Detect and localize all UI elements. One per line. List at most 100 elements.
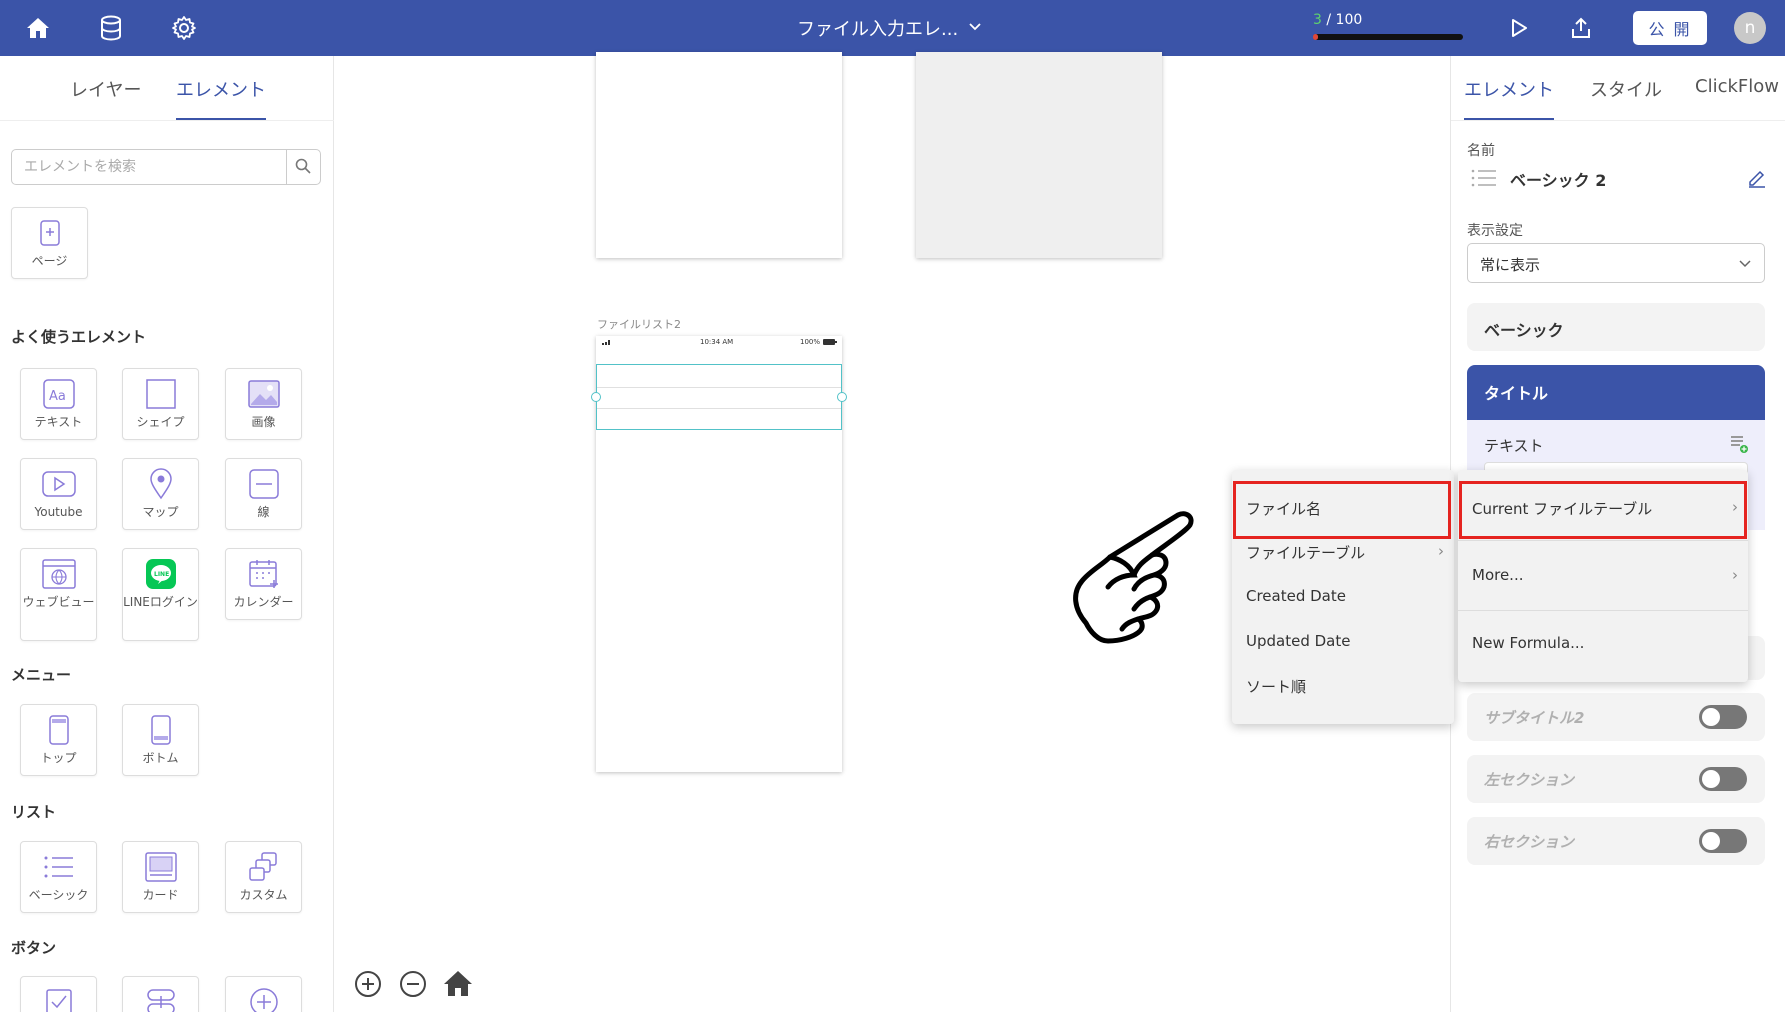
tile-label: カスタム <box>239 888 288 902</box>
element-tile-checkbox-button[interactable] <box>20 976 97 1012</box>
tab-divider <box>0 120 334 121</box>
right-section-toggle[interactable] <box>1699 829 1747 853</box>
plus-circle-icon <box>247 985 281 1012</box>
frame-label[interactable]: ファイルリスト2 <box>597 316 681 332</box>
element-tile-top-menu[interactable]: トップ <box>20 704 97 776</box>
resize-handle-right[interactable] <box>837 392 847 402</box>
progress-fill <box>1313 34 1318 40</box>
element-tile-text[interactable]: Aa テキスト <box>20 368 97 440</box>
element-tile-shape[interactable]: シェイプ <box>122 368 199 440</box>
data-binding-add-icon[interactable] <box>1729 434 1749 458</box>
card-icon <box>144 850 178 884</box>
tile-label: カード <box>142 888 179 902</box>
basic-section-card[interactable]: ベーシック <box>1467 303 1765 351</box>
highlight-box-file-name <box>1233 481 1451 539</box>
calendar-icon <box>247 557 281 591</box>
progress-track <box>1313 34 1463 40</box>
tile-label: LINEログイン <box>123 595 198 609</box>
right-section-section: 右セクション <box>1467 817 1765 865</box>
fit-home-icon[interactable] <box>442 968 474 1002</box>
element-tile-webview[interactable]: ウェブビュー <box>20 548 97 641</box>
zoom-in-icon[interactable] <box>354 970 382 1002</box>
menu-item-sort-order[interactable]: ソート順 <box>1232 676 1454 697</box>
tab-element-props[interactable]: エレメント <box>1464 76 1554 102</box>
status-time: 10:34 AM <box>700 338 734 346</box>
right-section-label: 右セクション <box>1484 833 1575 851</box>
screen-frame-file-list-2[interactable]: 10:34 AM 100% <box>591 336 847 772</box>
battery-icon <box>823 339 837 345</box>
element-tile-map[interactable]: マップ <box>122 458 199 530</box>
pointing-hand-icon <box>1068 505 1198 659</box>
element-tile-basic-list[interactable]: ベーシック <box>20 841 97 913</box>
element-tile-line-login[interactable]: LINE LINEログイン <box>122 548 199 641</box>
element-tile-image[interactable]: 画像 <box>225 368 302 440</box>
progress-total: / 100 <box>1321 12 1363 28</box>
section-common-elements: よく使うエレメント <box>11 328 147 346</box>
menu-item-more[interactable]: More... › <box>1458 566 1748 584</box>
element-tile-add-button[interactable] <box>225 976 302 1012</box>
screen-frame-2[interactable] <box>916 52 1162 258</box>
resize-handle-left[interactable] <box>591 392 601 402</box>
settings-gear-icon[interactable] <box>168 12 200 44</box>
list-row-divider <box>597 387 841 388</box>
element-tile-toggle-button[interactable] <box>122 976 199 1012</box>
tile-label: シェイプ <box>136 415 185 429</box>
subtitle2-section: サブタイトル2 <box>1467 693 1765 741</box>
play-preview-icon[interactable] <box>1503 12 1535 44</box>
element-name-value[interactable]: ベーシック 2 <box>1510 167 1606 191</box>
tile-label: テキスト <box>34 415 83 429</box>
menu-item-updated-date[interactable]: Updated Date <box>1232 632 1454 650</box>
home-icon[interactable] <box>22 12 54 44</box>
status-bar: 10:34 AM 100% <box>596 336 842 350</box>
share-upload-icon[interactable] <box>1565 12 1597 44</box>
left-section-toggle[interactable] <box>1699 767 1747 791</box>
subtitle2-toggle[interactable] <box>1699 705 1747 729</box>
basic-section-title: ベーシック <box>1484 321 1564 340</box>
page-add-icon <box>33 216 67 250</box>
title-section-header[interactable]: タイトル <box>1467 365 1765 420</box>
publish-button[interactable]: 公 開 <box>1633 11 1707 45</box>
line-icon <box>247 467 281 501</box>
tab-elements[interactable]: エレメント <box>176 76 266 102</box>
progress-current: 3 <box>1313 12 1322 28</box>
chevron-right-icon: › <box>1438 542 1444 560</box>
element-tile-line[interactable]: 線 <box>225 458 302 530</box>
element-tile-page[interactable]: ページ <box>11 207 88 279</box>
element-tile-bottom-menu[interactable]: ボトム <box>122 704 199 776</box>
search-icon[interactable] <box>294 157 312 179</box>
element-tile-card-list[interactable]: カード <box>122 841 199 913</box>
tile-label: ボトム <box>142 751 179 765</box>
database-icon[interactable] <box>95 12 127 44</box>
project-title[interactable]: ファイル入力エレ... <box>797 15 958 41</box>
list-row-divider <box>597 408 841 409</box>
tile-label: Youtube <box>34 505 83 519</box>
map-pin-icon <box>144 467 178 501</box>
chevron-right-icon: › <box>1732 566 1738 584</box>
edit-pencil-icon[interactable] <box>1747 168 1767 192</box>
tab-clickflow[interactable]: ClickFlow <box>1695 76 1779 97</box>
usage-progress: 3 / 100 <box>1313 12 1463 40</box>
name-label: 名前 <box>1467 143 1495 159</box>
left-section-section: 左セクション <box>1467 755 1765 803</box>
element-search-input[interactable] <box>12 150 286 184</box>
tab-style[interactable]: スタイル <box>1590 76 1662 102</box>
menu-item-created-date[interactable]: Created Date <box>1232 587 1454 605</box>
visibility-value: 常に表示 <box>1480 256 1541 274</box>
element-tile-youtube[interactable]: Youtube <box>20 458 97 530</box>
tile-label: ウェブビュー <box>22 595 95 609</box>
element-tile-calendar[interactable]: カレンダー <box>225 548 302 620</box>
menu-item-file-table[interactable]: ファイルテーブル › <box>1232 542 1454 563</box>
square-shape-icon <box>144 377 178 411</box>
zoom-out-icon[interactable] <box>399 970 427 1002</box>
line-logo-icon: LINE <box>144 557 178 591</box>
left-panel: レイヤー エレメント ページ よく使うエレメント Aa テキスト シェイプ 画像… <box>0 56 334 1012</box>
chevron-down-icon[interactable] <box>968 17 982 36</box>
visibility-select[interactable]: 常に表示 <box>1467 243 1765 283</box>
user-avatar[interactable]: n <box>1734 12 1766 44</box>
selected-list-element[interactable] <box>596 364 842 430</box>
element-tile-custom-list[interactable]: カスタム <box>225 841 302 913</box>
checkbox-icon <box>42 985 76 1012</box>
tab-layers[interactable]: レイヤー <box>70 76 141 102</box>
menu-item-new-formula[interactable]: New Formula... <box>1458 634 1748 652</box>
screen-frame-1[interactable] <box>596 52 842 258</box>
